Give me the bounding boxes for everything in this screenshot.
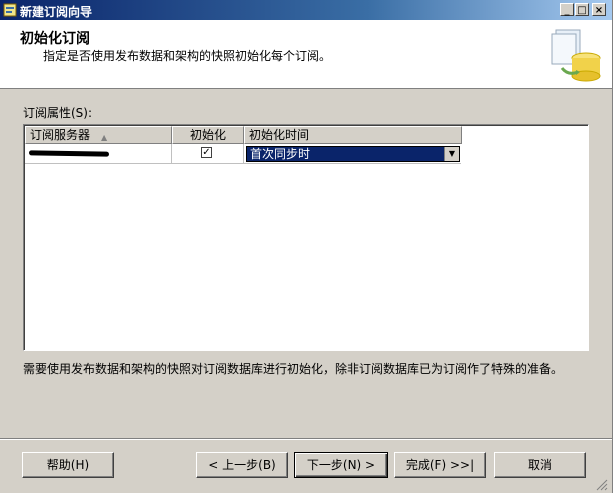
- column-header-initialize[interactable]: 初始化: [172, 126, 244, 144]
- init-time-cell: 首次同步时 ▼: [244, 144, 462, 163]
- column-header-subscriber[interactable]: 订阅服务器 ▲: [25, 126, 172, 144]
- database-sync-icon: [551, 29, 601, 82]
- maximize-button[interactable]: □: [575, 3, 589, 16]
- page-subtitle: 指定是否使用发布数据和架构的快照初始化每个订阅。: [43, 49, 332, 63]
- cancel-button[interactable]: 取消: [494, 452, 586, 478]
- back-button[interactable]: < 上一步(B): [196, 452, 288, 478]
- next-button[interactable]: 下一步(N) >: [294, 452, 388, 478]
- page-title: 初始化订阅: [20, 31, 90, 47]
- chevron-down-icon[interactable]: ▼: [444, 147, 459, 161]
- footer-divider: [0, 438, 612, 440]
- column-header-init-time[interactable]: 初始化时间: [244, 126, 462, 144]
- redacted-subscriber-name: [28, 150, 110, 157]
- help-button[interactable]: 帮助(H): [22, 452, 114, 478]
- table-row[interactable]: ✓ 首次同步时 ▼: [25, 144, 461, 164]
- init-time-value: 首次同步时: [250, 147, 311, 161]
- subscription-properties-label: 订阅属性(S):: [23, 106, 93, 120]
- initialize-cell: ✓: [172, 144, 244, 163]
- init-time-dropdown[interactable]: 首次同步时 ▼: [246, 146, 460, 162]
- window-title: 新建订阅向导: [20, 5, 93, 19]
- wizard-header: 初始化订阅 指定是否使用发布数据和架构的快照初始化每个订阅。: [0, 20, 612, 89]
- wizard-window: 新建订阅向导 _ □ × 初始化订阅 指定是否使用发布数据和架构的快照初始化每个…: [0, 0, 613, 493]
- title-bar[interactable]: 新建订阅向导 _ □ ×: [0, 0, 612, 20]
- subscription-grid[interactable]: 订阅服务器 ▲ 初始化 初始化时间 ✓ 首次同步时 ▼: [23, 124, 589, 351]
- minimize-button[interactable]: _: [560, 3, 574, 16]
- close-button[interactable]: ×: [592, 3, 606, 16]
- resize-grip-icon[interactable]: [596, 479, 608, 491]
- description-text: 需要使用发布数据和架构的快照对订阅数据库进行初始化，除非订阅数据库已为订阅作了特…: [23, 362, 564, 376]
- finish-button[interactable]: 完成(F) >>|: [394, 452, 486, 478]
- wizard-icon: [3, 3, 17, 17]
- initialize-checkbox[interactable]: ✓: [201, 147, 212, 158]
- subscriber-cell[interactable]: [25, 144, 172, 163]
